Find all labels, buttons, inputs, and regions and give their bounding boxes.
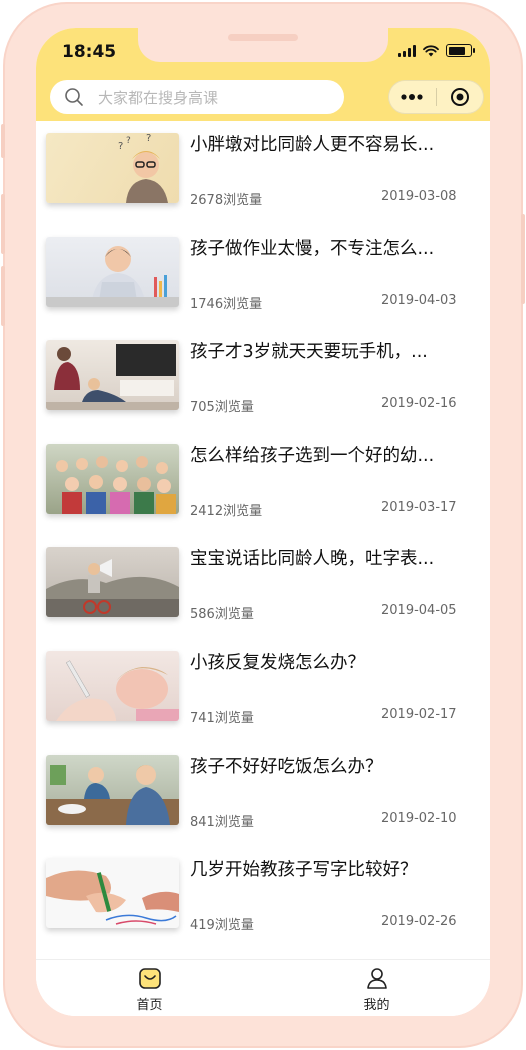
- list-item[interactable]: 宝宝说话比同龄人晚，吐字表... 586浏览量 2019-04-05: [36, 535, 490, 639]
- article-date: 2019-03-17: [381, 499, 457, 515]
- search-icon: [65, 88, 83, 106]
- article-date: 2019-02-10: [381, 810, 457, 826]
- status-time: 18:45: [62, 42, 117, 62]
- article-views: 419浏览量: [190, 918, 254, 934]
- list-item[interactable]: 孩子做作业太慢，不专注怎么... 1746浏览量 2019-04-03: [36, 225, 490, 329]
- more-dots-icon: [401, 94, 423, 100]
- mute-switch: [1, 124, 5, 158]
- app-screen: 18:45 大家都在搜身高课 ? ? ? 小胖墩对比同龄人更不容易长... 26…: [36, 28, 490, 1016]
- list-item[interactable]: 孩子才3岁就天天要玩手机，... 705浏览量 2019-02-16: [36, 328, 490, 432]
- volume-up-button: [1, 194, 5, 254]
- article-thumbnail: [46, 236, 179, 307]
- tab-profile-label: 我的: [363, 998, 390, 1013]
- search-input[interactable]: 大家都在搜身高课: [50, 80, 344, 114]
- article-title: 孩子不好好吃饭怎么办？: [190, 756, 383, 777]
- article-date: 2019-02-17: [381, 706, 457, 722]
- article-thumbnail: [46, 547, 179, 618]
- article-views: 2678浏览量: [190, 193, 263, 208]
- article-date: 2019-02-26: [381, 914, 457, 930]
- article-thumbnail: [46, 754, 179, 825]
- article-date: 2019-04-03: [381, 292, 457, 308]
- article-title: 孩子才3岁就天天要玩手机，...: [190, 342, 428, 363]
- tab-profile[interactable]: 我的: [263, 960, 490, 1016]
- article-date: 2019-03-08: [381, 189, 457, 204]
- article-title: 宝宝说话比同龄人晚，吐字表...: [190, 549, 435, 570]
- article-views: 705浏览量: [190, 400, 254, 416]
- status-icons: [398, 44, 475, 57]
- tab-home[interactable]: 首页: [36, 960, 263, 1016]
- tab-home-label: 首页: [136, 998, 163, 1013]
- svg-text:?: ?: [118, 141, 123, 152]
- article-date: 2019-04-05: [381, 603, 457, 619]
- battery-icon: [446, 44, 475, 57]
- tab-bar: 首页 我的: [36, 959, 490, 1016]
- article-date: 2019-02-16: [381, 396, 457, 412]
- article-views: 841浏览量: [190, 814, 254, 830]
- article-list: ??? 小胖墩对比同龄人更不容易长... 2678浏览量 2019-03-08 …: [36, 121, 490, 959]
- article-thumbnail: [46, 340, 179, 411]
- wifi-icon: [423, 44, 439, 56]
- article-thumbnail: [46, 650, 179, 721]
- user-icon: [366, 968, 387, 989]
- volume-down-button: [1, 266, 5, 326]
- article-title: 孩子做作业太慢，不专注怎么...: [190, 238, 435, 259]
- home-bag-icon: [138, 968, 161, 989]
- article-views: 2412浏览量: [190, 503, 263, 519]
- article-title: 几岁开始教孩子写字比较好？: [190, 860, 418, 881]
- list-item[interactable]: 几岁开始教孩子写字比较好？ 419浏览量 2019-02-26: [36, 846, 490, 950]
- article-title: 小胖墩对比同龄人更不容易长...: [190, 135, 435, 155]
- list-item[interactable]: 小孩反复发烧怎么办？ 741浏览量 2019-02-17: [36, 639, 490, 743]
- header: 18:45 大家都在搜身高课: [36, 28, 490, 121]
- svg-text:?: ?: [146, 133, 151, 144]
- search-placeholder: 大家都在搜身高课: [98, 88, 219, 107]
- list-item[interactable]: 孩子不好好吃饭怎么办？ 841浏览量 2019-02-10: [36, 743, 490, 847]
- list-item[interactable]: 怎么样给孩子选到一个好的幼... 2412浏览量 2019-03-17: [36, 432, 490, 536]
- signal-icon: [398, 44, 416, 57]
- notch: [138, 28, 388, 62]
- article-views: 1746浏览量: [190, 296, 263, 312]
- article-thumbnail: [46, 858, 179, 929]
- article-thumbnail: [46, 443, 179, 514]
- article-thumbnail: ???: [46, 133, 179, 203]
- article-title: 怎么样给孩子选到一个好的幼...: [190, 445, 435, 466]
- more-button[interactable]: [389, 81, 436, 113]
- power-button: [521, 214, 525, 304]
- close-miniprogram-button[interactable]: [437, 81, 484, 113]
- article-views: 741浏览量: [190, 710, 254, 726]
- miniprogram-capsule: [388, 80, 484, 114]
- article-views: 586浏览量: [190, 607, 254, 623]
- svg-text:?: ?: [126, 136, 131, 146]
- target-close-icon: [450, 88, 469, 106]
- article-title: 小孩反复发烧怎么办？: [190, 652, 365, 673]
- list-item[interactable]: ??? 小胖墩对比同龄人更不容易长... 2678浏览量 2019-03-08: [36, 121, 490, 225]
